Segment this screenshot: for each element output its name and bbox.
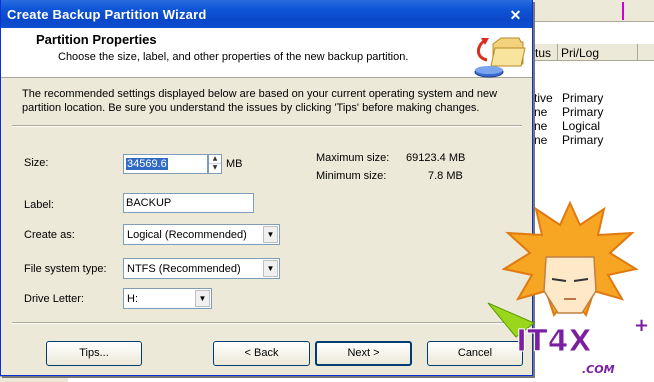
wizard-header: Partition Properties Choose the size, la… bbox=[1, 28, 532, 78]
background-toolbar bbox=[530, 0, 654, 22]
watermark-mascot: IT4X + .COM bbox=[487, 200, 649, 376]
table-row[interactable]: ne Primary bbox=[534, 105, 654, 119]
background-statusbar bbox=[0, 376, 68, 382]
divider bbox=[12, 125, 522, 127]
label-field[interactable]: BACKUP bbox=[123, 193, 254, 213]
size-field[interactable]: 34569.6 bbox=[123, 154, 208, 174]
row-type: Logical bbox=[562, 119, 601, 133]
folder-arrow-icon bbox=[474, 37, 526, 78]
row-status: ne bbox=[534, 119, 548, 133]
label-label: Label: bbox=[24, 199, 54, 211]
min-size-label: Minimum size: bbox=[316, 170, 387, 182]
watermark-text: IT4X bbox=[516, 324, 592, 359]
row-status: tive bbox=[534, 91, 553, 105]
row-status: ne bbox=[534, 133, 548, 147]
page-subtitle: Choose the size, label, and other proper… bbox=[58, 51, 409, 63]
drive-letter-select[interactable]: H: ▼ bbox=[123, 288, 212, 309]
column-divider bbox=[557, 44, 558, 61]
next-button[interactable]: Next > bbox=[315, 341, 412, 366]
size-unit: MB bbox=[226, 158, 243, 170]
max-size-label: Maximum size: bbox=[316, 152, 390, 164]
chevron-down-icon[interactable]: ▼ bbox=[195, 290, 210, 307]
file-system-value: NTFS (Recommended) bbox=[127, 263, 241, 275]
mascot-face bbox=[543, 256, 597, 314]
drive-letter-label: Drive Letter: bbox=[24, 293, 84, 305]
intro-text: The recommended settings displayed below… bbox=[22, 88, 498, 114]
close-button[interactable]: ✕ bbox=[505, 5, 526, 26]
background-table-header: tus Pri/Log bbox=[530, 43, 654, 61]
tips-button[interactable]: Tips... bbox=[46, 341, 142, 366]
table-row[interactable]: ne Logical bbox=[534, 119, 654, 133]
file-system-select[interactable]: NTFS (Recommended) ▼ bbox=[123, 258, 280, 279]
column-pri-log[interactable]: Pri/Log bbox=[561, 46, 599, 60]
size-label: Size: bbox=[24, 157, 49, 169]
row-type: Primary bbox=[562, 133, 604, 147]
window-title: Create Backup Partition Wizard bbox=[7, 7, 207, 22]
size-value: 34569.6 bbox=[126, 158, 168, 170]
create-as-select[interactable]: Logical (Recommended) ▼ bbox=[123, 224, 280, 245]
size-spinner[interactable]: ▲ ▼ bbox=[208, 154, 222, 174]
row-type: Primary bbox=[562, 91, 604, 105]
create-as-value: Logical (Recommended) bbox=[127, 229, 247, 241]
divider bbox=[12, 322, 522, 324]
title-bar[interactable]: Create Backup Partition Wizard ✕ bbox=[1, 0, 532, 28]
row-status: ne bbox=[534, 105, 548, 119]
column-status[interactable]: tus bbox=[535, 46, 551, 60]
chevron-down-icon[interactable]: ▼ bbox=[263, 260, 278, 277]
label-value: BACKUP bbox=[126, 197, 172, 209]
max-size-value: 69123.4 MB bbox=[406, 152, 466, 164]
spin-down-icon[interactable]: ▼ bbox=[209, 164, 221, 173]
watermark-suffix: .COM bbox=[582, 363, 615, 376]
column-divider bbox=[637, 44, 638, 61]
file-system-label: File system type: bbox=[24, 263, 107, 275]
create-as-label: Create as: bbox=[24, 229, 75, 241]
plus-icon: + bbox=[634, 315, 649, 336]
row-type: Primary bbox=[562, 105, 604, 119]
spin-up-icon[interactable]: ▲ bbox=[209, 155, 221, 164]
background-border bbox=[622, 2, 652, 20]
page-title: Partition Properties bbox=[36, 32, 157, 47]
close-icon: ✕ bbox=[509, 7, 522, 23]
table-row[interactable]: ne Primary bbox=[534, 133, 654, 147]
back-button[interactable]: < Back bbox=[213, 341, 310, 366]
wizard-dialog: Create Backup Partition Wizard ✕ Partiti… bbox=[0, 0, 533, 376]
drive-letter-value: H: bbox=[127, 293, 138, 305]
chevron-down-icon[interactable]: ▼ bbox=[263, 226, 278, 243]
table-row[interactable]: tive Primary bbox=[534, 91, 654, 105]
min-size-value: 7.8 MB bbox=[428, 170, 463, 182]
